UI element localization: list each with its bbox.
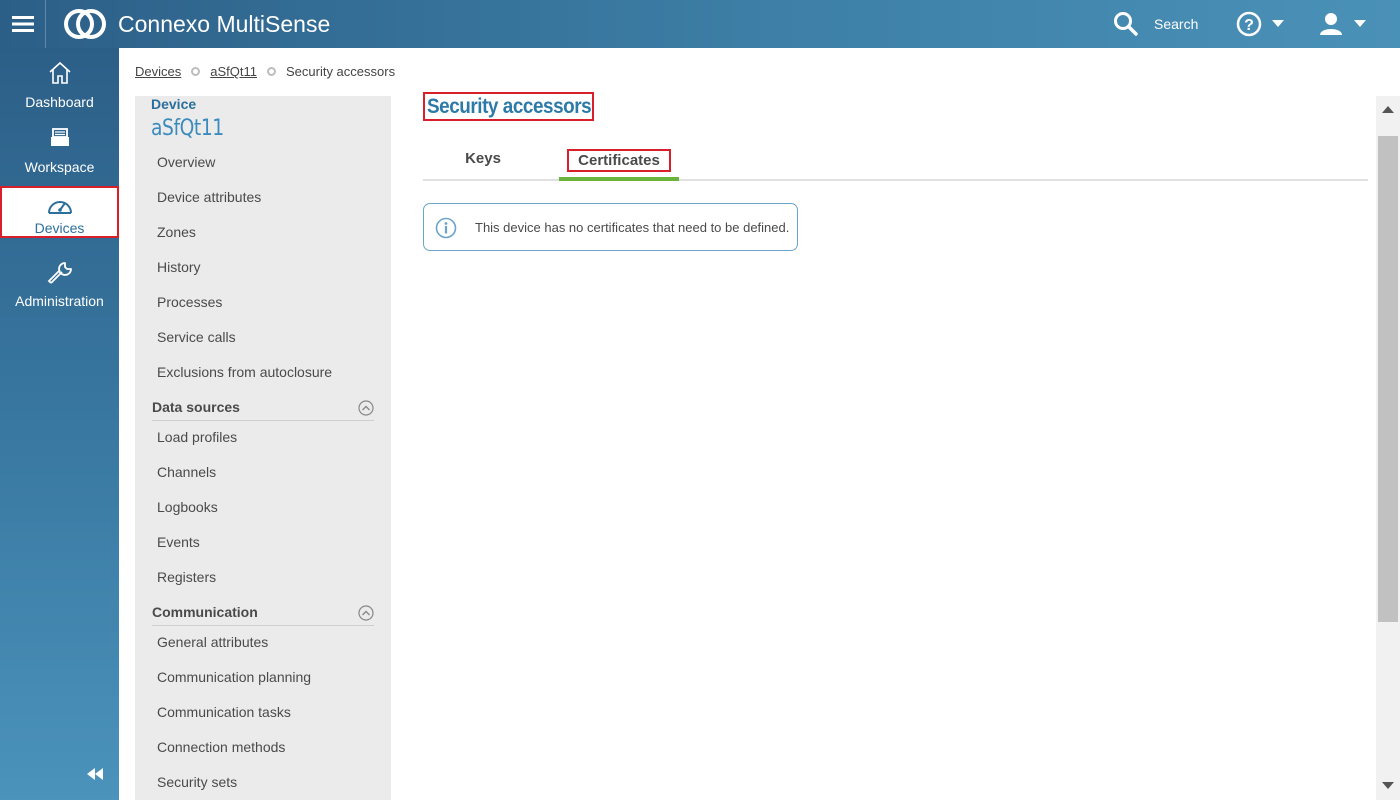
collapse-section-icon[interactable] xyxy=(358,400,374,416)
user-dropdown-caret-icon[interactable] xyxy=(1354,20,1366,27)
menu-link-service-calls[interactable]: Service calls xyxy=(157,329,236,345)
breadcrumb-device-link[interactable]: aSfQt11 xyxy=(210,64,257,79)
hamburger-menu-button[interactable] xyxy=(0,0,46,48)
menu-link-processes[interactable]: Processes xyxy=(157,294,222,310)
menu-link-communication-planning[interactable]: Communication planning xyxy=(157,669,311,685)
menu-link-general-attributes[interactable]: General attributes xyxy=(157,634,268,650)
page-title-container: Security accessors xyxy=(423,92,594,121)
nav-item-label: Devices xyxy=(34,220,85,236)
main-navigation: Dashboard Workspace Devices Administrati… xyxy=(0,48,119,800)
nav-item-dashboard[interactable]: Dashboard xyxy=(0,54,119,116)
nav-item-label: Administration xyxy=(15,293,104,309)
nav-item-administration[interactable]: Administration xyxy=(0,253,119,315)
breadcrumb-current: Security accessors xyxy=(285,64,396,79)
breadcrumb-separator-icon xyxy=(191,67,201,76)
vertical-scrollbar[interactable] xyxy=(1376,96,1400,800)
scroll-down-arrow-icon[interactable] xyxy=(1382,782,1394,789)
svg-text:?: ? xyxy=(1244,17,1254,34)
gauge-icon xyxy=(48,201,72,214)
section-title: Data sources xyxy=(152,399,240,415)
menu-link-communication-tasks[interactable]: Communication tasks xyxy=(157,704,291,720)
nav-item-label: Dashboard xyxy=(25,94,94,110)
search-icon[interactable] xyxy=(1113,11,1139,37)
menu-link-device-attributes[interactable]: Device attributes xyxy=(157,189,261,205)
tab-label: Certificates xyxy=(567,149,671,172)
breadcrumb: Devices aSfQt11 Security accessors xyxy=(135,64,395,79)
breadcrumb-devices-link[interactable]: Devices xyxy=(135,64,181,79)
app-title: Connexo MultiSense xyxy=(118,11,331,37)
tab-keys[interactable]: Keys xyxy=(423,140,543,181)
connexo-logo-icon xyxy=(64,9,106,39)
menu-link-channels[interactable]: Channels xyxy=(157,464,216,480)
device-name: aSfQt11 xyxy=(151,116,224,141)
page-title: Security accessors xyxy=(427,95,592,118)
device-label: Device xyxy=(151,96,197,112)
tab-certificates[interactable]: Certificates xyxy=(559,140,679,181)
section-communication: Communication xyxy=(152,604,374,626)
menu-link-registers[interactable]: Registers xyxy=(157,569,216,585)
nav-item-label: Workspace xyxy=(24,159,95,175)
menu-link-connection-methods[interactable]: Connection methods xyxy=(157,739,285,755)
menu-link-logbooks[interactable]: Logbooks xyxy=(157,499,218,515)
tab-bar: Keys Certificates xyxy=(423,140,1368,181)
menu-link-history[interactable]: History xyxy=(157,259,201,275)
breadcrumb-separator-icon xyxy=(266,67,276,76)
menu-link-events[interactable]: Events xyxy=(157,534,200,550)
info-message-box: This device has no certificates that nee… xyxy=(423,203,798,251)
menu-link-security-sets[interactable]: Security sets xyxy=(157,774,237,790)
wrench-icon xyxy=(47,262,72,284)
menu-link-overview[interactable]: Overview xyxy=(157,154,215,170)
nav-item-devices[interactable]: Devices xyxy=(0,186,119,238)
help-icon[interactable]: ? xyxy=(1236,11,1262,37)
section-data-sources: Data sources xyxy=(152,399,374,421)
nav-item-workspace[interactable]: Workspace xyxy=(0,119,119,181)
user-icon[interactable] xyxy=(1318,11,1344,37)
info-message-text: This device has no certificates that nee… xyxy=(475,220,790,235)
collapse-nav-icon[interactable] xyxy=(86,768,104,780)
home-icon xyxy=(49,61,71,84)
menu-link-load-profiles[interactable]: Load profiles xyxy=(157,429,237,445)
device-side-menu: Device aSfQt11 Overview Device attribute… xyxy=(135,96,391,800)
menu-link-exclusions[interactable]: Exclusions from autoclosure xyxy=(157,364,332,380)
search-label[interactable]: Search xyxy=(1154,16,1198,32)
hamburger-icon xyxy=(11,16,34,32)
section-title: Communication xyxy=(152,604,258,620)
top-bar: Connexo MultiSense Search ? xyxy=(0,0,1400,48)
collapse-section-icon[interactable] xyxy=(358,605,374,621)
scrollbar-thumb[interactable] xyxy=(1378,136,1398,622)
menu-link-zones[interactable]: Zones xyxy=(157,224,196,240)
workspace-icon xyxy=(51,128,69,146)
info-icon xyxy=(435,217,457,239)
scroll-up-arrow-icon[interactable] xyxy=(1382,106,1394,113)
help-dropdown-caret-icon[interactable] xyxy=(1272,20,1284,27)
